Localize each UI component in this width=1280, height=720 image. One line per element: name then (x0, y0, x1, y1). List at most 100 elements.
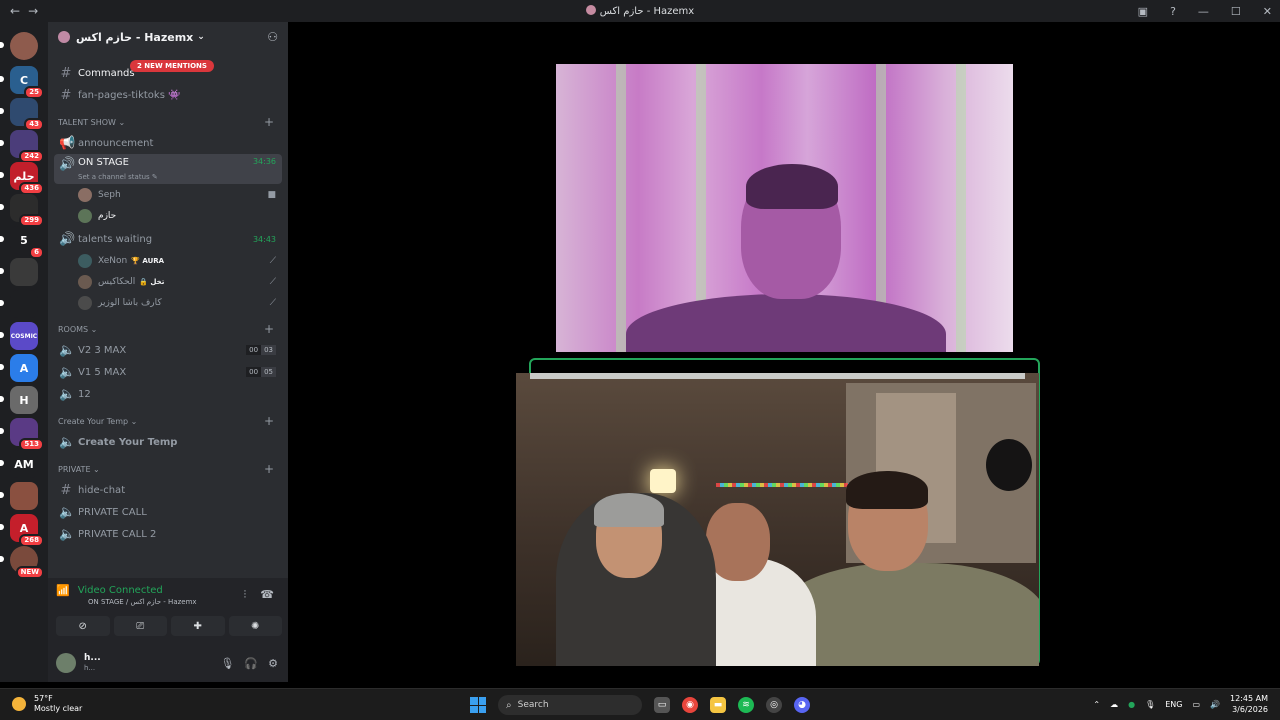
server-icon[interactable]: 43 (0, 98, 44, 131)
inbox-icon[interactable]: ▣ (1138, 5, 1148, 18)
network-tray-icon[interactable]: ☁ (1110, 700, 1118, 709)
user-panel: h... h... 🎙 🎧 ⚙ (56, 650, 282, 676)
channel-fan-pages[interactable]: # fan-pages-tiktoks 👾 (54, 84, 282, 106)
language-indicator[interactable]: ENG (1165, 700, 1182, 709)
soundboard-button[interactable]: ✺ (228, 616, 282, 636)
server-icon[interactable]: حلم 436 (0, 162, 44, 195)
server-icon[interactable] (0, 32, 38, 60)
server-icon[interactable]: A (0, 354, 38, 382)
server-initials: COSMIC (10, 332, 38, 340)
unread-pill (0, 42, 4, 48)
noise-suppression-icon[interactable]: ⫶ (244, 588, 247, 602)
voice-user-2[interactable]: الحكاكيس 🔒 تخل ⟋ (78, 271, 288, 292)
deafened-icon: ⟋ (269, 255, 276, 266)
server-icon[interactable]: AM (0, 450, 38, 478)
spotify-icon[interactable]: ≋ (738, 697, 754, 713)
add-channel-icon[interactable]: + (264, 414, 274, 428)
start-button[interactable] (470, 697, 486, 713)
channel-create-temp[interactable]: 🔈 Create Your Temp (54, 431, 282, 453)
voice-timer: 34:43 (252, 234, 276, 244)
mention-badge: NEW (15, 566, 44, 579)
headphones-icon[interactable]: 🎧 (244, 657, 258, 670)
server-icon[interactable] (0, 258, 38, 286)
search-icon: ⌕ (506, 699, 512, 711)
server-icon[interactable] (0, 482, 38, 510)
weather-widget[interactable]: 57°F Mostly clear (12, 694, 82, 714)
video-tile-bottom[interactable] (516, 373, 1039, 666)
server-header[interactable]: حازم اكس - Hazemx ⌄ ⚇ (48, 22, 288, 52)
screen-share-button[interactable]: ⎚ (113, 616, 167, 636)
voice-user-3[interactable]: كارف باشا الوزير ⟋ (78, 292, 288, 313)
voice-status[interactable]: 📶 Video Connected (56, 584, 163, 597)
channel-on-stage[interactable]: 🔊 ON STAGE 34:36 Set a channel status ✎ (54, 154, 282, 184)
server-icon[interactable]: COSMIC (0, 322, 38, 350)
clock[interactable]: 12:45 AM 3/6/2026 (1230, 693, 1268, 715)
stage-area (288, 22, 1280, 682)
channel-announcement[interactable]: 📢 announcement (54, 132, 282, 154)
category-rooms[interactable]: ROOMS ⌄ + (58, 319, 288, 339)
channel-private-call[interactable]: 🔈 PRIVATE CALL (54, 501, 282, 523)
forward-arrow-icon[interactable]: → (28, 4, 38, 18)
server-list: C 25 43 242 حلم 436 299 5 6 COSMIC A H 513 AM A 268 NEW (0, 22, 48, 682)
status-tray-icon[interactable]: ● (1128, 700, 1135, 709)
volume-icon[interactable]: 🔊 (1210, 700, 1220, 709)
camera-toggle-button[interactable]: ⊘ (56, 616, 110, 636)
avatar (78, 187, 92, 202)
server-icon[interactable] (0, 290, 38, 318)
chrome-icon[interactable]: ◉ (682, 697, 698, 713)
disconnect-icon[interactable]: ☎ (260, 588, 274, 602)
help-icon[interactable]: ? (1170, 5, 1176, 18)
display-icon[interactable]: ▭ (1192, 700, 1200, 709)
discord-icon[interactable]: ◕ (794, 697, 810, 713)
minimize-button[interactable]: — (1198, 5, 1209, 18)
server-icon[interactable]: 56 (0, 226, 44, 259)
activities-button[interactable]: ✚ (171, 616, 225, 636)
gear-icon[interactable]: ⚙ (268, 657, 278, 670)
server-icon (585, 5, 596, 15)
weather-text: Mostly clear (34, 704, 83, 713)
avatar[interactable] (56, 653, 76, 673)
server-icon[interactable]: 299 (0, 194, 44, 227)
unread-pill (0, 396, 4, 402)
speaker-locked-icon: 🔈 (59, 526, 76, 542)
voice-user-xenon[interactable]: XeNon 🏆 AURA ⟋ (78, 250, 288, 271)
add-channel-icon[interactable]: + (264, 462, 274, 476)
microphone-tray-icon[interactable]: 🎙 (1145, 700, 1155, 709)
server-initials: AM (14, 457, 34, 471)
category-create-temp[interactable]: Create Your Temp ⌄ + (58, 411, 288, 431)
voice-user-seph[interactable]: Seph ■ (78, 184, 288, 205)
server-icon[interactable]: 513 (0, 418, 44, 451)
chevron-up-icon[interactable]: ⌃ (1093, 700, 1100, 709)
voice-location[interactable]: ON STAGE / حازم اكس - Hazemx (88, 598, 197, 606)
task-view-icon[interactable]: ▭ (654, 697, 670, 713)
speaker-locked-icon: 🔈 (59, 504, 76, 520)
channel-12[interactable]: 🔈 12 (54, 383, 282, 405)
category-private[interactable]: PRIVATE ⌄ + (58, 459, 288, 479)
channel-hide-chat[interactable]: # hide-chat (54, 479, 282, 501)
server-icon[interactable]: 242 (0, 130, 44, 163)
add-member-icon[interactable]: ⚇ (267, 30, 278, 44)
user-name: الحكاكيس (98, 276, 136, 287)
search-box[interactable]: ⌕ Search (498, 695, 642, 715)
file-explorer-icon[interactable]: ▬ (710, 697, 726, 713)
back-arrow-icon[interactable]: ← (10, 4, 20, 18)
channel-talents-waiting[interactable]: 🔊 talents waiting 34:43 (54, 228, 282, 250)
channel-v1[interactable]: 🔈 V1 5 MAX 00 05 (54, 361, 282, 383)
voice-user-hazem[interactable]: حازم (78, 205, 288, 226)
server-icon[interactable]: C 25 (0, 66, 44, 99)
category-talent-show[interactable]: TALENT SHOW ⌄ + (58, 112, 288, 132)
server-icon[interactable]: H (0, 386, 38, 414)
channel-v2[interactable]: 🔈 V2 3 MAX 00 03 (54, 339, 282, 361)
add-channel-icon[interactable]: + (264, 115, 274, 129)
close-button[interactable]: ✕ (1263, 5, 1272, 18)
add-channel-icon[interactable]: + (264, 322, 274, 336)
channel-private-call-2[interactable]: 🔈 PRIVATE CALL 2 (54, 523, 282, 545)
app-icon[interactable]: ◎ (766, 697, 782, 713)
new-mentions-badge[interactable]: 2 NEW MENTIONS (130, 60, 214, 72)
channel-status[interactable]: Set a channel status ✎ (78, 173, 158, 181)
server-icon[interactable]: NEW (0, 546, 44, 579)
maximize-button[interactable]: ☐ (1231, 5, 1241, 18)
server-icon[interactable]: A 268 (0, 514, 44, 547)
microphone-icon[interactable]: 🎙 (220, 657, 234, 670)
video-tile-top[interactable] (556, 64, 1013, 352)
